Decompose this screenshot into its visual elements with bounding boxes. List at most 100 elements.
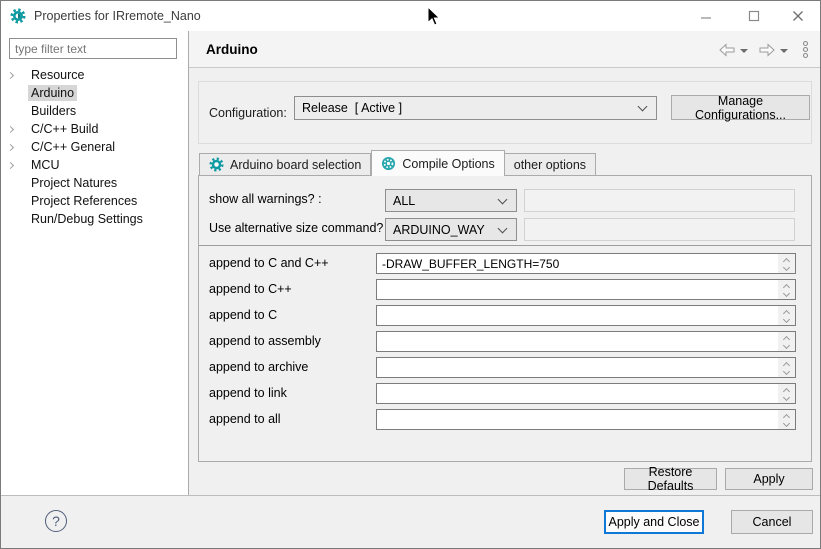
- window-title: Properties for IRremote_Nano: [34, 9, 201, 23]
- sloeber-gear-icon: [10, 8, 26, 24]
- back-history-chevron-down-icon[interactable]: [740, 49, 748, 53]
- sidebar: Resource Arduino Builders C/C++ Build C/…: [1, 31, 189, 495]
- maximize-icon: [748, 10, 760, 22]
- minimize-button[interactable]: [695, 7, 717, 25]
- properties-tree: Resource Arduino Builders C/C++ Build C/…: [1, 66, 188, 228]
- page-title: Arduino: [206, 42, 258, 57]
- sidebar-item-label: MCU: [28, 157, 62, 173]
- text-input[interactable]: [377, 410, 778, 429]
- sidebar-item-project-references[interactable]: Project References: [1, 192, 188, 210]
- sidebar-item-label: Resource: [28, 67, 88, 83]
- sidebar-item-ccpp-general[interactable]: C/C++ General: [1, 138, 188, 156]
- show-all-warnings-select[interactable]: ALL: [385, 189, 517, 212]
- gear-icon: [209, 157, 224, 172]
- titlebar: Properties for IRremote_Nano: [1, 1, 820, 31]
- warnings-extra-field-disabled: [524, 189, 795, 212]
- maximize-button[interactable]: [743, 7, 765, 25]
- chevron-down-icon: [638, 102, 648, 112]
- close-icon: [792, 10, 804, 22]
- sidebar-item-label: Project References: [28, 193, 140, 209]
- field-spinner[interactable]: [778, 280, 795, 299]
- cancel-button[interactable]: Cancel: [731, 510, 813, 534]
- text-input[interactable]: [377, 280, 778, 299]
- append-archive-label: append to archive: [209, 360, 308, 374]
- text-input[interactable]: [377, 254, 778, 273]
- append-c-and-cpp-label: append to C and C++: [209, 256, 329, 270]
- close-button[interactable]: [787, 7, 809, 25]
- append-assembly-input[interactable]: [376, 331, 796, 352]
- append-archive-input[interactable]: [376, 357, 796, 378]
- append-assembly-label: append to assembly: [209, 334, 321, 348]
- append-c-label: append to C: [209, 308, 277, 322]
- forward-history-chevron-down-icon[interactable]: [780, 49, 788, 53]
- tab-compile-options[interactable]: Compile Options: [371, 150, 504, 176]
- field-spinner[interactable]: [778, 254, 795, 273]
- configuration-select-value: Release [ Active ]: [295, 101, 639, 115]
- spinner-down-icon[interactable]: [783, 342, 790, 349]
- chevron-down-icon: [498, 194, 508, 204]
- append-cpp-input[interactable]: [376, 279, 796, 300]
- sidebar-item-label: C/C++ General: [28, 139, 118, 155]
- field-spinner[interactable]: [778, 358, 795, 377]
- field-spinner[interactable]: [778, 332, 795, 351]
- sidebar-item-run-debug-settings[interactable]: Run/Debug Settings: [1, 210, 188, 228]
- chevron-right-icon[interactable]: [7, 125, 14, 132]
- tab-bar: Arduino board selection Compile Options …: [199, 150, 596, 176]
- field-spinner[interactable]: [778, 384, 795, 403]
- chevron-right-icon[interactable]: [7, 143, 14, 150]
- restore-defaults-button[interactable]: Restore Defaults: [624, 468, 717, 490]
- tab-arduino-board-selection[interactable]: Arduino board selection: [199, 153, 371, 175]
- spinner-down-icon[interactable]: [783, 420, 790, 427]
- sidebar-item-label: C/C++ Build: [28, 121, 101, 137]
- view-menu-dots-icon[interactable]: [801, 40, 810, 59]
- chevron-right-icon[interactable]: [7, 71, 14, 78]
- append-link-input[interactable]: [376, 383, 796, 404]
- sidebar-item-arduino[interactable]: Arduino: [1, 84, 188, 102]
- manage-configurations-button[interactable]: Manage Configurations...: [671, 95, 810, 120]
- apply-and-close-button[interactable]: Apply and Close: [604, 510, 704, 534]
- sidebar-item-label: Builders: [28, 103, 79, 119]
- field-spinner[interactable]: [778, 410, 795, 429]
- page-header: Arduino: [189, 31, 820, 68]
- append-all-input[interactable]: [376, 409, 796, 430]
- sidebar-item-builders[interactable]: Builders: [1, 102, 188, 120]
- text-input[interactable]: [377, 384, 778, 403]
- tab-label: Arduino board selection: [230, 158, 361, 172]
- spinner-down-icon[interactable]: [783, 394, 790, 401]
- forward-arrow-icon[interactable]: [759, 43, 775, 57]
- field-spinner[interactable]: [778, 306, 795, 325]
- append-c-input[interactable]: [376, 305, 796, 326]
- select-value: ALL: [386, 194, 499, 208]
- select-value: ARDUINO_WAY: [386, 223, 499, 237]
- spinner-down-icon[interactable]: [783, 316, 790, 323]
- text-input[interactable]: [377, 358, 778, 377]
- sidebar-item-resource[interactable]: Resource: [1, 66, 188, 84]
- help-button[interactable]: ?: [45, 510, 67, 532]
- back-arrow-icon[interactable]: [719, 43, 735, 57]
- tab-other-options[interactable]: other options: [505, 153, 596, 175]
- spinner-down-icon[interactable]: [783, 290, 790, 297]
- spinner-down-icon[interactable]: [783, 264, 790, 271]
- text-input[interactable]: [377, 306, 778, 325]
- alt-size-command-label: Use alternative size command? :: [209, 221, 390, 235]
- filter-input[interactable]: [9, 38, 177, 59]
- alt-size-command-select[interactable]: ARDUINO_WAY: [385, 218, 517, 241]
- text-input[interactable]: [377, 332, 778, 351]
- sidebar-item-project-natures[interactable]: Project Natures: [1, 174, 188, 192]
- configuration-select[interactable]: Release [ Active ]: [294, 96, 657, 120]
- sidebar-item-ccpp-build[interactable]: C/C++ Build: [1, 120, 188, 138]
- show-all-warnings-label: show all warnings? :: [209, 192, 322, 206]
- sidebar-item-mcu[interactable]: MCU: [1, 156, 188, 174]
- section-divider: [199, 245, 811, 246]
- question-mark-icon: ?: [52, 513, 60, 529]
- apply-button[interactable]: Apply: [725, 468, 813, 490]
- compile-options-panel: show all warnings? : ALL Use alternative…: [198, 175, 812, 462]
- spinner-down-icon[interactable]: [783, 368, 790, 375]
- append-all-label: append to all: [209, 412, 281, 426]
- chevron-right-icon[interactable]: [7, 161, 14, 168]
- dialog-button-bar: ? Apply and Close Cancel: [1, 495, 820, 549]
- append-c-and-cpp-input[interactable]: [376, 253, 796, 274]
- properties-dialog: Properties for IRremote_Nano Resource: [0, 0, 821, 549]
- append-link-label: append to link: [209, 386, 287, 400]
- append-cpp-label: append to C++: [209, 282, 292, 296]
